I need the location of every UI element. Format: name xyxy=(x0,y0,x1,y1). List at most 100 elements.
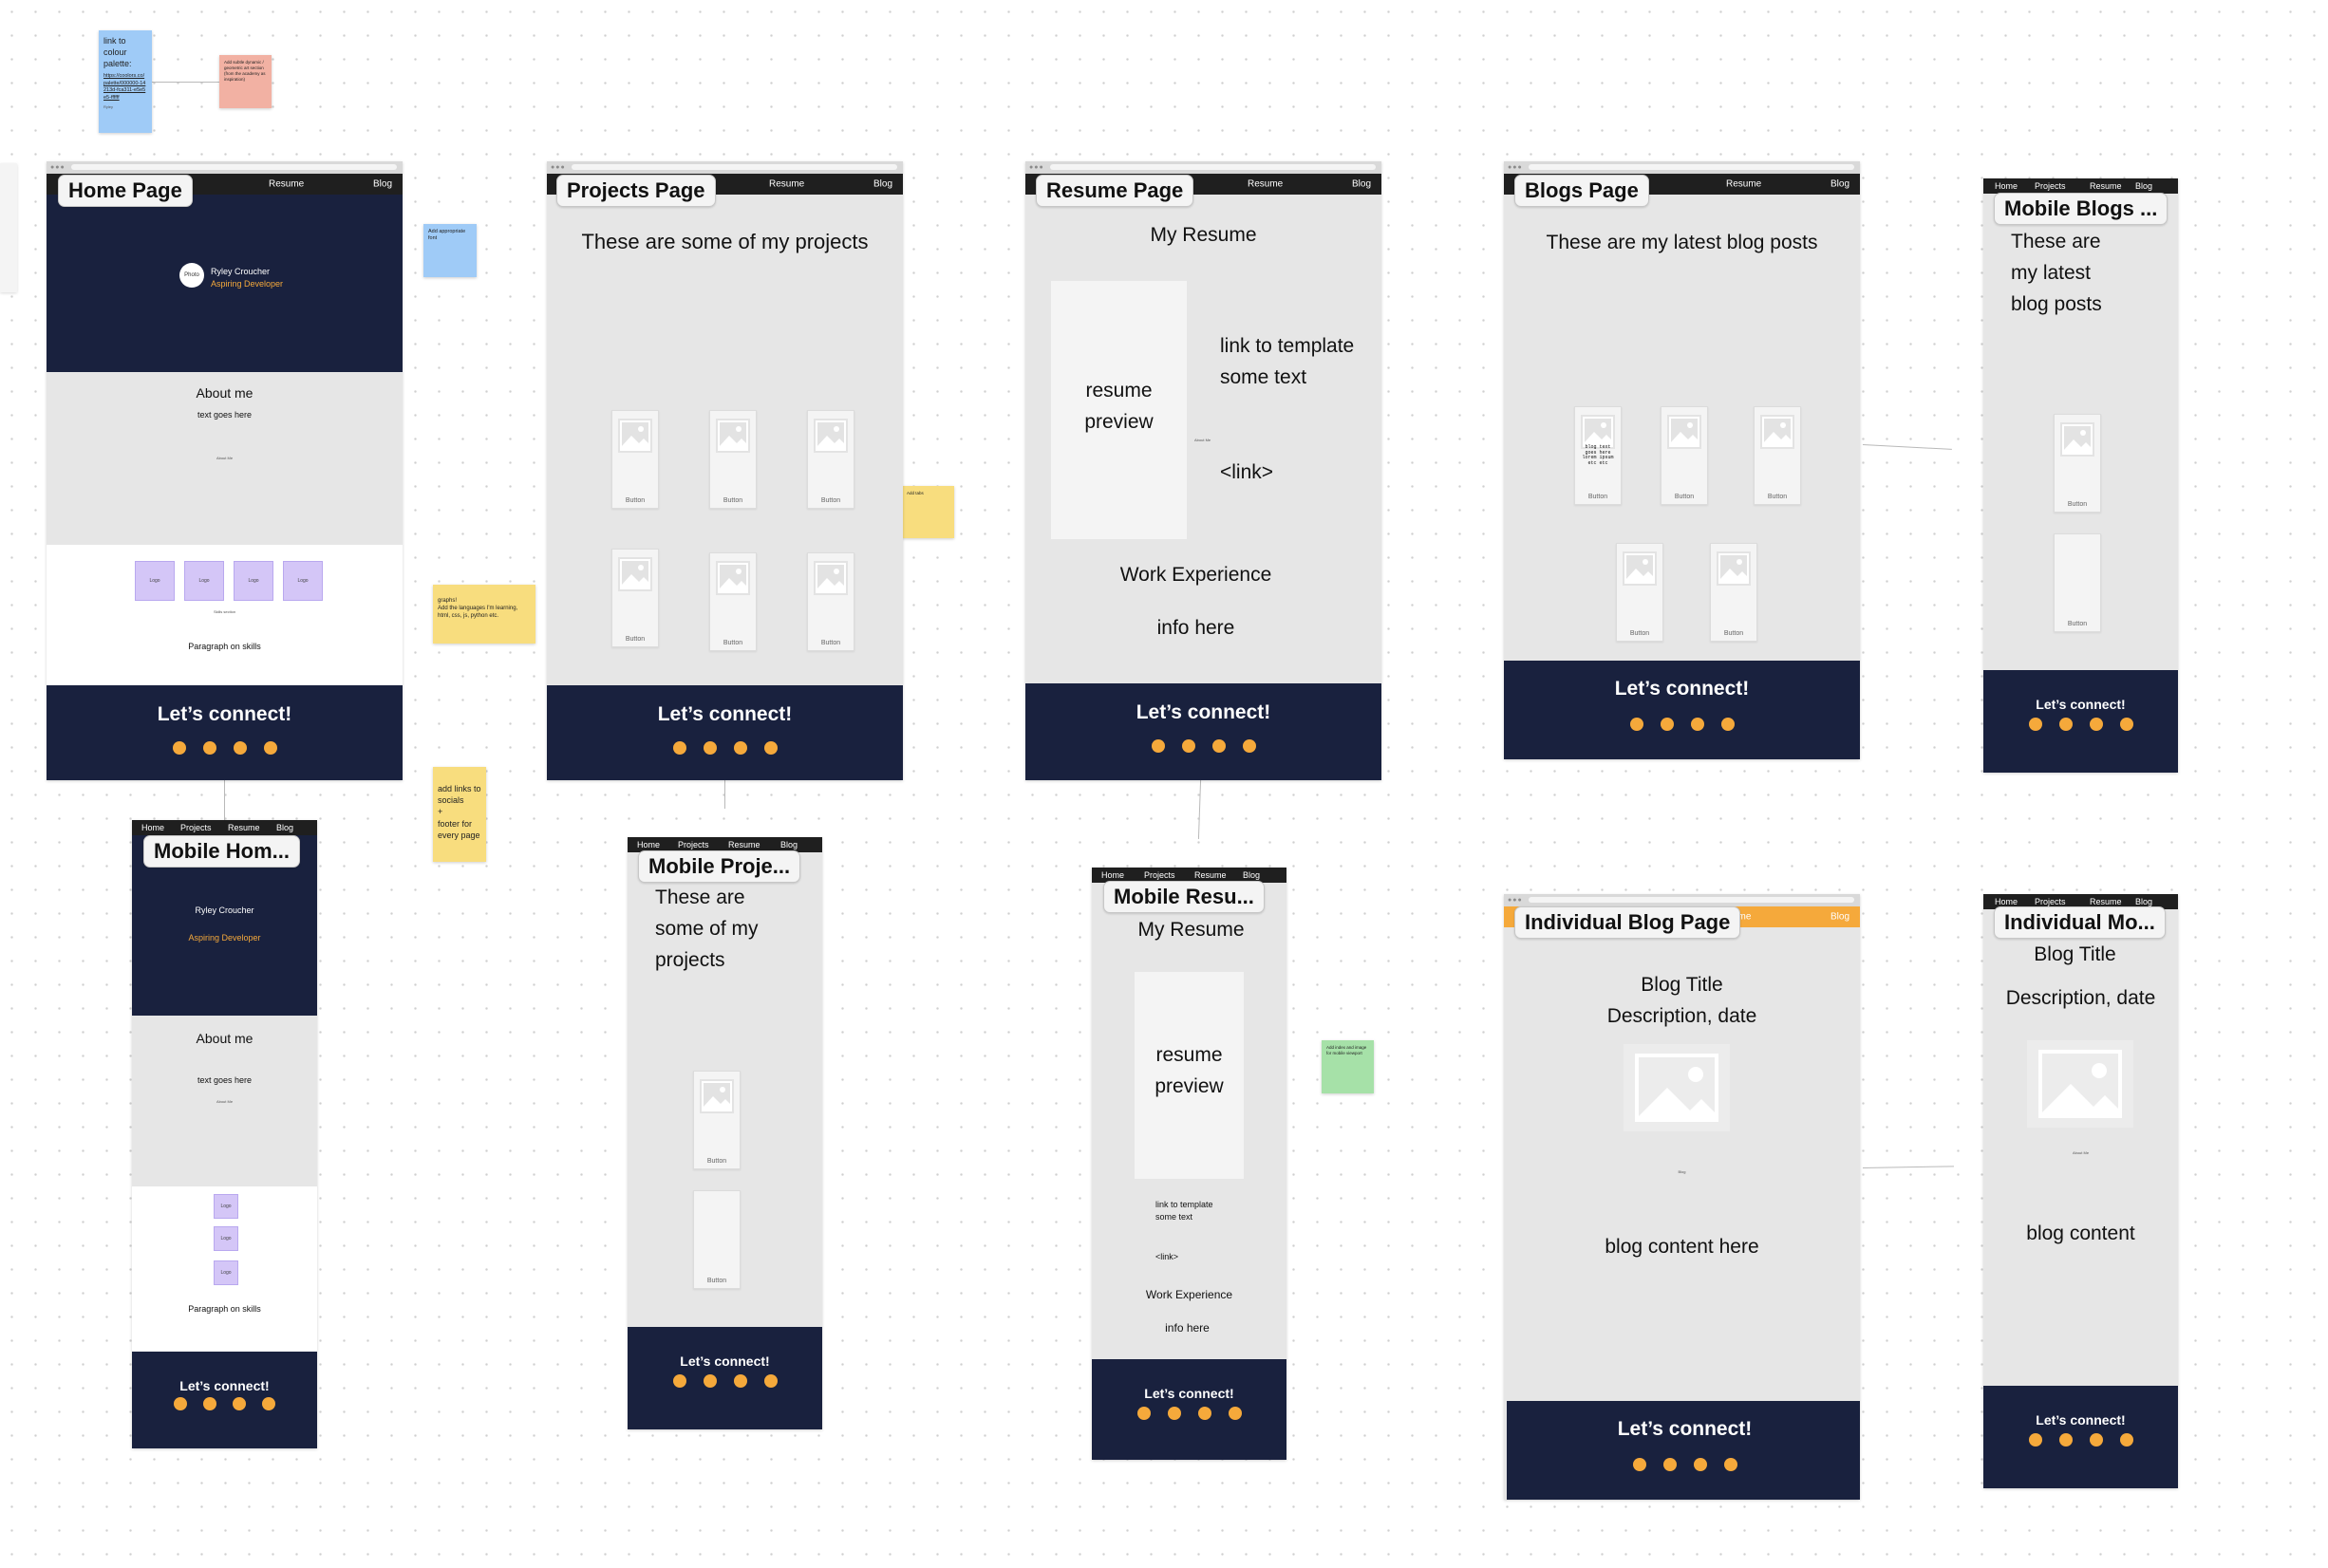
template-link[interactable]: <link> xyxy=(1220,461,1273,484)
frame-label[interactable]: Home Page xyxy=(58,175,193,207)
blog-card[interactable]: blog text goes here lorem ipsum etc etc … xyxy=(1574,406,1622,505)
frame-resume-page[interactable]: ●●● Resume Blog My Resume resume preview… xyxy=(1025,161,1381,780)
social-circle-icon[interactable] xyxy=(733,741,747,755)
blog-card[interactable]: Button xyxy=(2054,533,2101,632)
project-card[interactable]: Button xyxy=(611,549,659,647)
card-button[interactable]: Button xyxy=(710,497,756,504)
social-circle-icon[interactable] xyxy=(263,741,277,755)
sticky-note-footer[interactable]: add links to socials + footer for every … xyxy=(433,767,486,862)
nav-home[interactable]: Home xyxy=(1995,897,2018,906)
nav-blog[interactable]: Blog xyxy=(2135,181,2152,191)
social-circle-icon[interactable] xyxy=(1181,739,1195,753)
card-button[interactable]: Button xyxy=(1662,494,1707,500)
social-circle-icon[interactable] xyxy=(733,1374,747,1388)
nav-blog[interactable]: Blog xyxy=(780,840,798,849)
nav-projects[interactable]: Projects xyxy=(180,823,212,832)
social-circle-icon[interactable] xyxy=(2028,1433,2042,1447)
sticky-note-font[interactable]: Add appropriate font xyxy=(423,224,477,277)
social-circle-icon[interactable] xyxy=(703,741,717,755)
sticky-note-palette[interactable]: link to colour palette: https://coolors.… xyxy=(99,30,152,133)
social-circle-icon[interactable] xyxy=(2119,1433,2133,1447)
sticky-note-graphs[interactable]: graphs! Add the languages I'm learning, … xyxy=(433,585,535,644)
card-button[interactable]: Button xyxy=(612,636,658,643)
frame-projects-page[interactable]: ●●● Resume Blog These are some of my pro… xyxy=(547,161,903,780)
blog-card[interactable]: Button xyxy=(1754,406,1801,505)
blog-card[interactable]: Button xyxy=(2054,414,2101,513)
nav-resume[interactable]: Resume xyxy=(1194,870,1227,880)
blog-card[interactable]: Button xyxy=(1616,543,1663,642)
project-card[interactable]: Button xyxy=(693,1190,741,1289)
sticky-note-art[interactable]: Add subtle dynamic / geometric art secti… xyxy=(219,55,272,108)
nav-blog[interactable]: Blog xyxy=(1352,179,1371,190)
nav-resume[interactable]: Resume xyxy=(769,179,804,190)
social-circle-icon[interactable] xyxy=(172,741,186,755)
social-circle-icon[interactable] xyxy=(2119,718,2133,731)
social-circle-icon[interactable] xyxy=(1242,739,1256,753)
card-button[interactable]: Button xyxy=(2055,501,2100,508)
social-circle-icon[interactable] xyxy=(672,1374,686,1388)
nav-home[interactable]: Home xyxy=(1995,181,2018,191)
frame-mobile-blogs[interactable]: Home Projects Resume Blog These are my l… xyxy=(1983,178,2178,773)
social-circle-icon[interactable] xyxy=(1693,1458,1707,1471)
project-card[interactable]: Button xyxy=(611,410,659,509)
project-card[interactable]: Button xyxy=(709,410,757,509)
social-circle-icon[interactable] xyxy=(1211,739,1226,753)
social-circle-icon[interactable] xyxy=(2028,718,2042,731)
card-button[interactable]: Button xyxy=(694,1278,740,1284)
social-circle-icon[interactable] xyxy=(233,741,247,755)
frame-label[interactable]: Mobile Hom... xyxy=(143,835,300,868)
frame-individual-mobile[interactable]: Home Projects Resume Blog Blog Title Des… xyxy=(1983,894,2178,1488)
nav-blog[interactable]: Blog xyxy=(373,179,392,190)
nav-resume[interactable]: Resume xyxy=(269,179,304,190)
social-circle-icon[interactable] xyxy=(174,1397,187,1410)
social-circle-icon[interactable] xyxy=(1660,718,1674,731)
resume-preview[interactable]: resume preview xyxy=(1135,972,1244,1179)
social-circle-icon[interactable] xyxy=(2089,718,2103,731)
social-circle-icon[interactable] xyxy=(1720,718,1735,731)
card-button[interactable]: Button xyxy=(1755,494,1800,500)
card-button[interactable]: Button xyxy=(694,1158,740,1165)
frame-label[interactable]: Blogs Page xyxy=(1514,175,1649,207)
project-card[interactable]: Button xyxy=(807,410,854,509)
social-circle-icon[interactable] xyxy=(1167,1407,1181,1420)
nav-blog[interactable]: Blog xyxy=(873,179,892,190)
social-circle-icon[interactable] xyxy=(202,741,216,755)
nav-resume[interactable]: Resume xyxy=(2090,181,2122,191)
social-circle-icon[interactable] xyxy=(703,1374,717,1388)
card-button[interactable]: Button xyxy=(808,497,854,504)
card-button[interactable]: Button xyxy=(612,497,658,504)
social-circle-icon[interactable] xyxy=(1197,1407,1211,1420)
template-link[interactable]: <link> xyxy=(1155,1252,1178,1261)
social-circle-icon[interactable] xyxy=(1136,1407,1151,1420)
nav-resume[interactable]: Resume xyxy=(228,823,260,832)
social-circle-icon[interactable] xyxy=(2058,1433,2073,1447)
nav-blog[interactable]: Blog xyxy=(1243,870,1260,880)
social-circle-icon[interactable] xyxy=(672,741,686,755)
project-card[interactable]: Button xyxy=(693,1071,741,1169)
sticky-note-mobile[interactable]: Add index and image for mobile viewport xyxy=(1322,1040,1374,1093)
card-button[interactable]: Button xyxy=(1575,494,1621,500)
frame-mobile-projects[interactable]: Home Projects Resume Blog These are some… xyxy=(628,837,822,1429)
project-card[interactable]: Button xyxy=(709,552,757,651)
nav-resume[interactable]: Resume xyxy=(728,840,760,849)
sticky-note-tabs[interactable]: Add tabs xyxy=(902,486,954,538)
social-circle-icon[interactable] xyxy=(763,1374,778,1388)
nav-blog[interactable]: Blog xyxy=(2135,897,2152,906)
social-circle-icon[interactable] xyxy=(2058,718,2073,731)
frame-blogs-page[interactable]: ●●● ts Resume Blog These are my latest b… xyxy=(1504,161,1860,759)
frame-label[interactable]: Resume Page xyxy=(1036,175,1194,207)
frame-label[interactable]: Projects Page xyxy=(556,175,716,207)
frame-mobile-resume[interactable]: Home Projects Resume Blog My Resume resu… xyxy=(1092,868,1286,1460)
frame-label[interactable]: Individual Mo... xyxy=(1994,906,2166,939)
frame-home-page[interactable]: ●●● ts Resume Blog Photo Ryley Croucher … xyxy=(47,161,403,780)
social-circle-icon[interactable] xyxy=(763,741,778,755)
nav-blog[interactable]: Blog xyxy=(1830,912,1849,923)
nav-home[interactable]: Home xyxy=(141,823,164,832)
palette-link[interactable]: https://coolors.co/palette/000000-14213d… xyxy=(103,73,147,102)
social-circle-icon[interactable] xyxy=(1632,1458,1646,1471)
nav-projects[interactable]: Projects xyxy=(678,840,709,849)
nav-projects[interactable]: Projects xyxy=(2035,897,2066,906)
blog-card[interactable]: Button xyxy=(1661,406,1708,505)
frame-label[interactable]: Mobile Resu... xyxy=(1103,881,1265,913)
frame-label[interactable]: Mobile Blogs ... xyxy=(1994,193,2168,225)
